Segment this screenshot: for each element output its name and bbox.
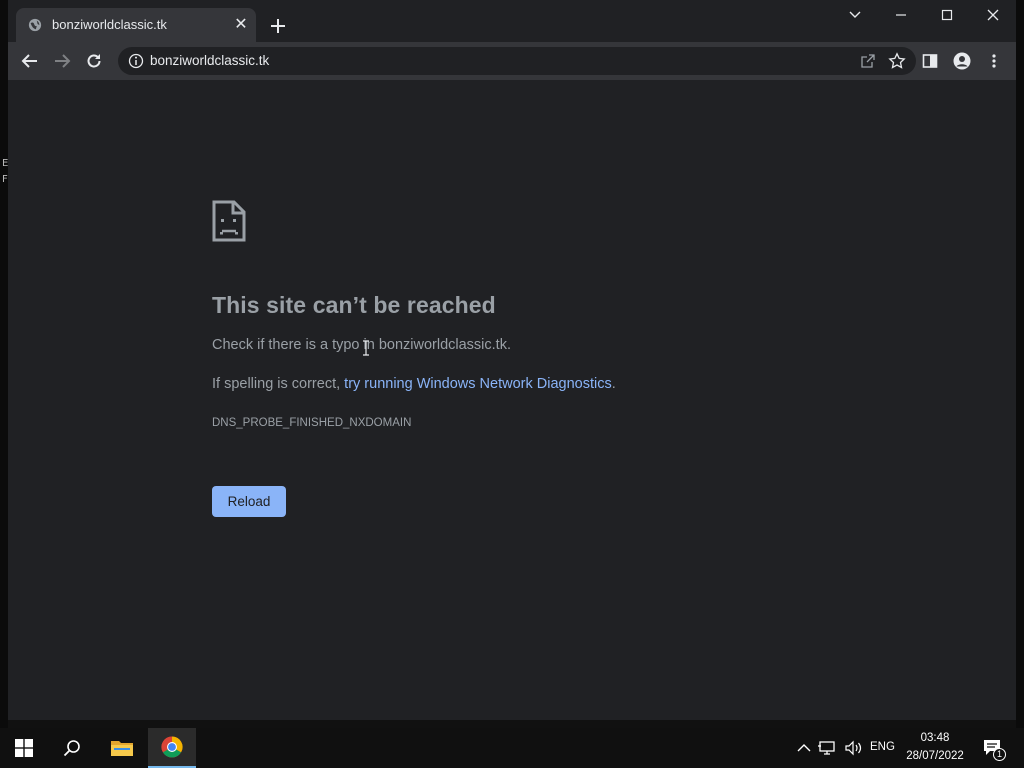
maximize-icon [941, 9, 953, 21]
browser-tab[interactable]: bonziworldclassic.tk ✕ [16, 8, 256, 42]
input-language-indicator[interactable]: ENG [870, 741, 895, 753]
arrow-right-icon [55, 54, 71, 68]
notification-count-badge: 1 [993, 748, 1006, 761]
avatar-icon [953, 52, 971, 70]
clock-date[interactable]: 28/07/2022 [900, 750, 970, 762]
browser-window: bonziworldclassic.tk ✕ bonziworldclassic… [8, 0, 1016, 720]
address-bar-url: bonziworldclassic.tk [150, 53, 270, 68]
search-button[interactable] [48, 728, 96, 768]
desktop-edge-left: E F [0, 0, 8, 728]
profile-button[interactable] [950, 49, 974, 73]
minimize-icon [896, 14, 906, 16]
tab-search-chevron-down-icon[interactable] [832, 0, 878, 30]
search-icon [63, 740, 80, 757]
back-button[interactable] [18, 49, 42, 73]
minimize-button[interactable] [878, 0, 924, 30]
file-explorer-button[interactable] [98, 728, 146, 768]
show-hidden-icons-chevron-up-icon[interactable] [795, 739, 813, 757]
desktop-icon-label: F [2, 174, 8, 185]
volume-icon[interactable] [844, 739, 864, 757]
new-tab-plus-icon[interactable] [266, 14, 290, 38]
tab-strip: bonziworldclassic.tk ✕ [8, 0, 1016, 42]
action-center-button[interactable]: 1 [982, 737, 1006, 761]
diagnostics-hint-prefix: If spelling is correct, [212, 376, 345, 392]
text-cursor-icon [363, 340, 369, 356]
menu-button[interactable] [982, 49, 1006, 73]
refresh-icon [87, 54, 101, 68]
network-diagnostics-link[interactable]: try running Windows Network Diagnostics [344, 376, 612, 392]
chrome-taskbar-button[interactable] [148, 728, 196, 768]
close-icon [987, 9, 999, 21]
reload-button[interactable]: Reload [212, 486, 286, 517]
reload-toolbar-button[interactable] [82, 49, 106, 73]
side-panel-button[interactable] [918, 49, 942, 73]
error-diagnostics-hint: If spelling is correct, try running Wind… [212, 376, 616, 392]
bookmark-star-icon[interactable] [888, 52, 906, 70]
start-button[interactable] [0, 728, 48, 768]
taskbar: ENG 03:48 28/07/2022 1 [0, 728, 1024, 768]
chrome-logo-icon [161, 736, 183, 758]
tab-title: bonziworldclassic.tk [52, 17, 167, 32]
clock-time[interactable]: 03:48 [900, 732, 970, 744]
tab-close-icon[interactable]: ✕ [232, 16, 250, 34]
globe-icon [28, 18, 42, 32]
network-icon[interactable] [818, 739, 838, 757]
kebab-menu-icon [992, 54, 996, 68]
windows-logo-icon [15, 739, 33, 757]
forward-button[interactable] [50, 49, 74, 73]
browser-toolbar: bonziworldclassic.tk [8, 42, 1016, 80]
folder-icon [111, 741, 133, 756]
address-bar[interactable]: bonziworldclassic.tk [118, 47, 916, 75]
close-window-button[interactable] [970, 0, 1016, 30]
share-icon[interactable] [860, 53, 876, 69]
diagnostics-hint-suffix: . [611, 376, 616, 392]
info-icon[interactable] [128, 53, 144, 69]
side-panel-icon [922, 54, 938, 68]
page-content: This site can’t be reached Check if ther… [8, 80, 1016, 720]
sad-page-icon [212, 200, 246, 242]
arrow-left-icon [21, 54, 37, 68]
error-title: This site can’t be reached [212, 292, 496, 318]
maximize-button[interactable] [924, 0, 970, 30]
desktop-edge-right [1016, 0, 1024, 728]
error-code: DNS_PROBE_FINISHED_NXDOMAIN [212, 417, 412, 429]
